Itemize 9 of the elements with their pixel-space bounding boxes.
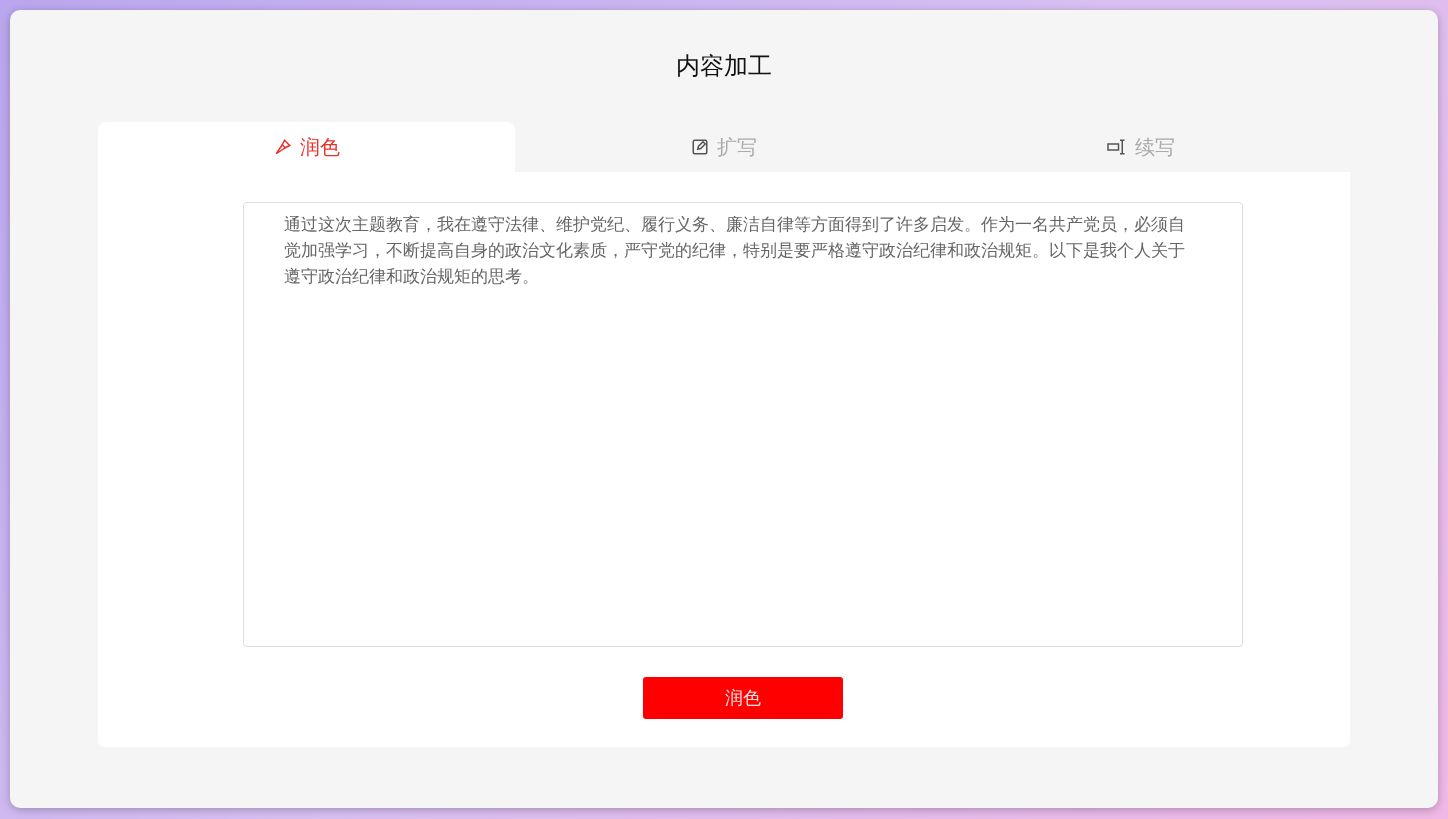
submit-button[interactable]: 润色 xyxy=(643,677,843,719)
tab[interactable]: 润色 xyxy=(98,122,516,172)
text-input-field[interactable]: 通过这次主题教育，我在遵守法律、维护党纪、履行义务、廉洁自律等方面得到了许多启发。作为一名共产党员，必须自觉加强学习，不断提高自身的政治文化素质，严守党的纪律，特别是要严格遵守政治纪律和政治规矩。以下是我个人关于遵守政治纪律和政治规矩的思考。 xyxy=(243,202,1243,647)
page-title: 内容加工 xyxy=(676,51,772,82)
tab[interactable]: 续写 xyxy=(932,122,1350,172)
edit-icon xyxy=(691,138,709,156)
tab[interactable]: 扩写 xyxy=(515,122,933,172)
brush-icon xyxy=(273,138,292,156)
text-cursor-icon xyxy=(1107,138,1128,156)
